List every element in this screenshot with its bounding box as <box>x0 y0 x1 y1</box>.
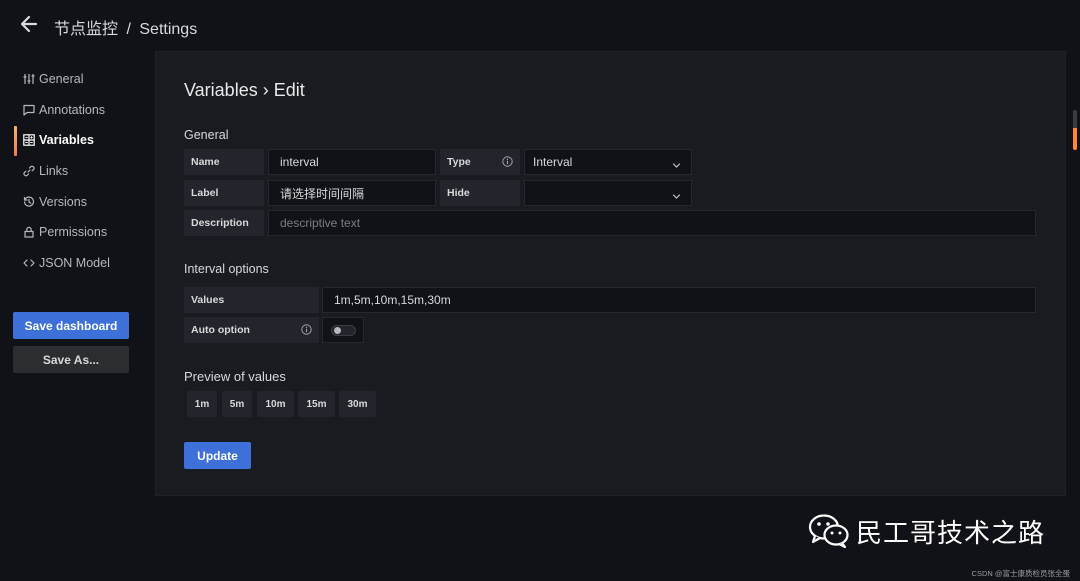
auto-option-toggle[interactable] <box>331 325 356 336</box>
auto-option-label: Auto option <box>184 317 319 343</box>
sidebar-item-label: Annotations <box>39 102 106 117</box>
settings-sidebar: General Annotations Variables Links Vers… <box>0 64 150 278</box>
description-input[interactable]: descriptive text <box>268 210 1036 236</box>
name-input[interactable]: interval <box>268 149 436 175</box>
sidebar-item-label: Permissions <box>39 225 108 240</box>
sidebar-item-variables[interactable]: Variables <box>0 125 150 156</box>
preview-value-chip: 10m <box>257 391 294 417</box>
type-select-value: Interval <box>533 155 573 169</box>
sidebar-item-label: Versions <box>39 194 87 209</box>
label-label: Label <box>184 180 264 206</box>
auto-option-toggle-container <box>322 317 364 343</box>
hide-select[interactable] <box>524 180 692 206</box>
info-icon[interactable] <box>301 324 312 335</box>
preview-value-chip: 30m <box>339 391 376 417</box>
sliders-icon <box>23 73 35 85</box>
save-as-button[interactable]: Save As... <box>13 346 129 373</box>
sidebar-item-json-model[interactable]: JSON Model <box>0 248 150 279</box>
preview-heading: Preview of values <box>184 369 286 384</box>
page-scrollbar[interactable] <box>1073 110 1077 150</box>
history-icon <box>23 196 35 208</box>
top-bar: 节点监控 / Settings <box>0 0 1080 50</box>
wechat-logo-icon <box>808 513 850 549</box>
sidebar-item-label: Variables <box>39 133 94 148</box>
sidebar-item-links[interactable]: Links <box>0 156 150 187</box>
breadcrumb-dashboard[interactable]: 节点监控 <box>54 21 118 38</box>
watermark-text: 民工哥技术之路 <box>856 517 1046 548</box>
breadcrumb-page: Settings <box>139 21 198 38</box>
auto-option-label-text: Auto option <box>191 324 250 336</box>
label-input[interactable]: 请选择时间间隔 <box>268 180 436 206</box>
hide-label: Hide <box>440 180 520 206</box>
update-button[interactable]: Update <box>184 442 251 469</box>
type-label-text: Type <box>447 156 471 168</box>
chevron-down-icon <box>672 159 681 168</box>
name-label: Name <box>184 149 264 175</box>
sidebar-item-versions[interactable]: Versions <box>0 186 150 217</box>
interval-values-input[interactable]: 1m,5m,10m,15m,30m <box>322 287 1036 313</box>
values-label: Values <box>184 287 319 313</box>
section-interval-heading: Interval options <box>184 262 269 276</box>
lock-icon <box>23 226 35 238</box>
code-icon <box>23 257 35 269</box>
sidebar-item-label: JSON Model <box>39 255 110 270</box>
section-general-heading: General <box>184 128 229 142</box>
preview-value-chip: 5m <box>222 391 252 417</box>
description-label: Description <box>184 210 264 236</box>
chevron-down-icon <box>672 190 681 199</box>
info-icon[interactable] <box>502 156 513 167</box>
variable-edit-panel: Variables › Edit General Name interval T… <box>155 51 1066 496</box>
sidebar-item-label: General <box>39 72 84 87</box>
watermark: 民工哥技术之路 <box>808 513 1045 549</box>
link-icon <box>23 165 35 177</box>
save-dashboard-button[interactable]: Save dashboard <box>13 312 129 339</box>
sidebar-item-general[interactable]: General <box>0 64 150 95</box>
breadcrumb: 节点监控 / Settings <box>54 15 197 39</box>
comment-icon <box>23 104 35 116</box>
sidebar-item-label: Links <box>39 164 69 179</box>
breadcrumb-separator: / <box>126 21 131 38</box>
preview-value-chip: 15m <box>298 391 335 417</box>
watermark-credit: CSDN @富士康质检员张全蛋 <box>971 569 1070 578</box>
sidebar-item-annotations[interactable]: Annotations <box>0 95 150 126</box>
page-title: Variables › Edit <box>184 80 305 100</box>
calculator-icon <box>23 134 35 147</box>
type-label: Type <box>440 149 520 175</box>
back-arrow-icon[interactable] <box>18 13 40 35</box>
preview-value-chip: 1m <box>187 391 217 417</box>
sidebar-item-permissions[interactable]: Permissions <box>0 217 150 248</box>
type-select[interactable]: Interval <box>524 149 692 175</box>
